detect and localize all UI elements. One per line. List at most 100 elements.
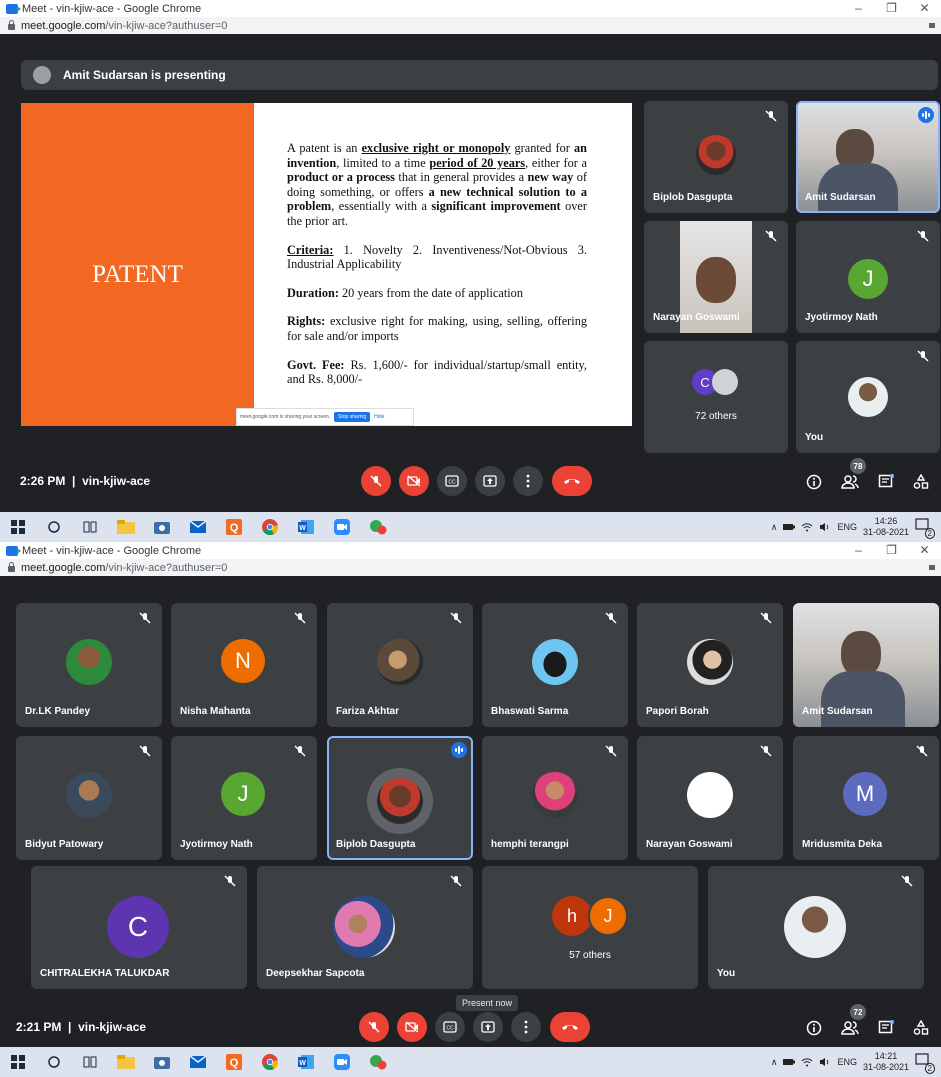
participant-tile[interactable]: M Mridusmita Deka: [793, 736, 939, 860]
search-icon[interactable]: [42, 516, 66, 538]
leave-call-button[interactable]: [552, 466, 592, 496]
captions-button[interactable]: CC: [435, 1012, 465, 1042]
window-title: Meet - vin-kjiw-ace - Google Chrome: [22, 2, 202, 15]
restore-button[interactable]: ❐: [875, 542, 908, 559]
meeting-controls: 2:21 PM | vin-kjiw-ace CC 72: [0, 1004, 941, 1048]
chat-button[interactable]: [876, 1018, 896, 1038]
hide-button[interactable]: Hide: [374, 414, 384, 420]
others-tile[interactable]: C 72 others: [644, 341, 788, 453]
captions-button[interactable]: CC: [437, 466, 467, 496]
participant-tile-active[interactable]: Amit Sudarsan: [796, 101, 940, 213]
system-clock[interactable]: 14:21 31-08-2021: [863, 1051, 909, 1073]
others-tile[interactable]: h J 57 others: [482, 866, 698, 989]
self-tile[interactable]: You: [708, 866, 924, 989]
participant-name: You: [805, 432, 824, 443]
mail-icon[interactable]: [186, 516, 210, 538]
stop-sharing-button[interactable]: Stop sharing: [334, 412, 371, 422]
leave-call-button[interactable]: [550, 1012, 590, 1042]
wifi-icon[interactable]: [801, 1057, 813, 1067]
people-button[interactable]: [840, 1018, 860, 1038]
extension-icon[interactable]: [929, 565, 935, 570]
qlik-icon[interactable]: Q: [222, 1051, 246, 1073]
close-button[interactable]: ✕: [908, 0, 941, 17]
meeting-code: vin-kjiw-ace: [82, 474, 151, 488]
qlik-icon[interactable]: Q: [222, 516, 246, 538]
address-domain: meet.google.com: [21, 561, 106, 574]
participant-tile[interactable]: Narayan Goswami: [637, 736, 783, 860]
camera-toggle-button[interactable]: [397, 1012, 427, 1042]
participant-tile[interactable]: Bhaswati Sarma: [482, 603, 628, 727]
task-view-icon[interactable]: [78, 516, 102, 538]
word-icon[interactable]: W: [294, 1051, 318, 1073]
self-tile[interactable]: You: [796, 341, 940, 453]
participant-tile[interactable]: J Jyotirmoy Nath: [796, 221, 940, 333]
camera-toggle-button[interactable]: [399, 466, 429, 496]
participant-tile[interactable]: Papori Borah: [637, 603, 783, 727]
language-indicator[interactable]: ENG: [837, 522, 857, 532]
notification-icon[interactable]: 2: [915, 1053, 935, 1074]
participant-tile[interactable]: hemphi terangpi: [482, 736, 628, 860]
tray-chevron-icon[interactable]: ∧: [771, 522, 778, 533]
camera-app-icon[interactable]: [150, 516, 174, 538]
notification-icon[interactable]: 2: [915, 518, 935, 539]
chat-button[interactable]: [876, 472, 896, 492]
app-notification-icon[interactable]: [366, 1051, 390, 1073]
windows-start-icon[interactable]: [6, 1051, 30, 1073]
mic-off-icon: [765, 110, 777, 122]
extension-icon[interactable]: [929, 23, 935, 28]
more-options-button[interactable]: [511, 1012, 541, 1042]
language-indicator[interactable]: ENG: [837, 1057, 857, 1067]
participant-tile[interactable]: N Nisha Mahanta: [171, 603, 317, 727]
file-explorer-icon[interactable]: [114, 1051, 138, 1073]
volume-icon[interactable]: [819, 522, 831, 532]
activities-button[interactable]: [911, 1018, 931, 1038]
camera-app-icon[interactable]: [150, 1051, 174, 1073]
present-now-button[interactable]: [475, 466, 505, 496]
address-bar[interactable]: meet.google.com/vin-kjiw-ace?authuser=0: [0, 559, 941, 576]
task-view-icon[interactable]: [78, 1051, 102, 1073]
app-notification-icon[interactable]: [366, 516, 390, 538]
zoom-icon[interactable]: [330, 516, 354, 538]
chrome-icon[interactable]: [258, 1051, 282, 1073]
participant-tile[interactable]: Narayan Goswami: [644, 221, 788, 333]
participant-tile[interactable]: Bidyut Patowary: [16, 736, 162, 860]
word-icon[interactable]: W: [294, 516, 318, 538]
present-now-button[interactable]: [473, 1012, 503, 1042]
search-icon[interactable]: [42, 1051, 66, 1073]
meeting-details-button[interactable]: [804, 1018, 824, 1038]
restore-button[interactable]: ❐: [875, 0, 908, 17]
mic-toggle-button[interactable]: [359, 1012, 389, 1042]
participant-tile[interactable]: Deepsekhar Sapcota: [257, 866, 473, 989]
participant-tile[interactable]: Amit Sudarsan: [793, 603, 939, 727]
activities-button[interactable]: [911, 472, 931, 492]
participant-tile[interactable]: Dr.LK Pandey: [16, 603, 162, 727]
mic-off-icon: [294, 612, 306, 624]
minimize-button[interactable]: –: [842, 542, 875, 559]
address-bar[interactable]: meet.google.com/vin-kjiw-ace?authuser=0: [0, 17, 941, 34]
participant-avatar-letter: J: [221, 772, 265, 816]
mail-icon[interactable]: [186, 1051, 210, 1073]
zoom-icon[interactable]: [330, 1051, 354, 1073]
close-button[interactable]: ✕: [908, 542, 941, 559]
people-button[interactable]: [840, 472, 860, 492]
chrome-icon[interactable]: [258, 516, 282, 538]
more-icon: [524, 1020, 528, 1034]
participant-tile[interactable]: J Jyotirmoy Nath: [171, 736, 317, 860]
windows-start-icon[interactable]: [6, 516, 30, 538]
volume-icon[interactable]: [819, 1057, 831, 1067]
participant-tile-active[interactable]: Biplob Dasgupta: [327, 736, 473, 860]
lock-icon: [8, 561, 15, 572]
participant-tile[interactable]: Biplob Dasgupta: [644, 101, 788, 213]
minimize-button[interactable]: –: [842, 0, 875, 17]
meeting-details-button[interactable]: [804, 472, 824, 492]
wifi-icon[interactable]: [801, 522, 813, 532]
more-options-button[interactable]: [513, 466, 543, 496]
battery-icon[interactable]: [783, 1057, 796, 1067]
system-clock[interactable]: 14:26 31-08-2021: [863, 516, 909, 538]
battery-icon[interactable]: [783, 522, 796, 532]
file-explorer-icon[interactable]: [114, 516, 138, 538]
tray-chevron-icon[interactable]: ∧: [771, 1057, 778, 1068]
participant-tile[interactable]: C CHITRALEKHA TALUKDAR: [31, 866, 247, 989]
mic-toggle-button[interactable]: [361, 466, 391, 496]
participant-tile[interactable]: Fariza Akhtar: [327, 603, 473, 727]
